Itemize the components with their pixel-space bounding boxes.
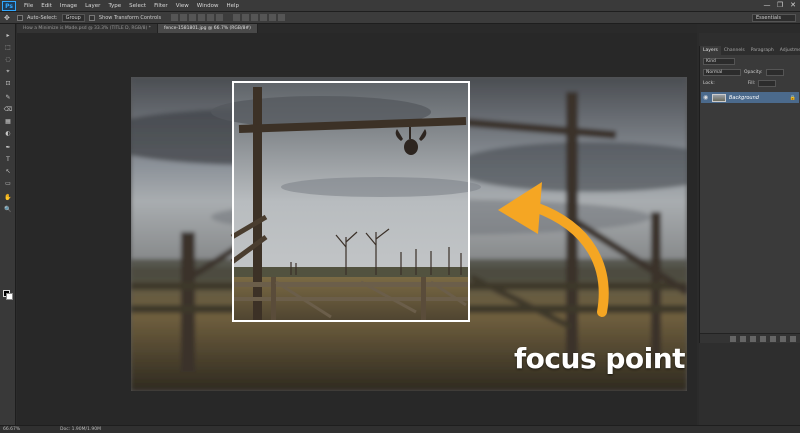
- tab-channels[interactable]: Channels: [721, 46, 748, 55]
- photoshop-logo: Ps: [2, 0, 16, 11]
- tab-document-1[interactable]: How a Minimize is Made.psd @ 33.3% (TITL…: [17, 24, 158, 33]
- distribute-left-icon[interactable]: [260, 14, 268, 21]
- align-right-icon[interactable]: [216, 14, 224, 21]
- auto-select-label: Auto-Select:: [27, 14, 58, 21]
- status-bar: 66.67% Doc: 1.90M/1.90M: [0, 425, 800, 433]
- distribute-middle-icon[interactable]: [242, 14, 250, 21]
- menu-file[interactable]: File: [20, 3, 37, 9]
- move-tool-icon[interactable]: ▸: [3, 32, 13, 40]
- layer-background[interactable]: ◉ Background 🔒: [701, 92, 799, 103]
- menu-edit[interactable]: Edit: [37, 3, 56, 9]
- lasso-tool-icon[interactable]: ◌: [3, 56, 13, 64]
- quick-select-tool-icon[interactable]: ⌖: [3, 68, 13, 76]
- layer-thumbnail: [712, 93, 726, 102]
- menu-image[interactable]: Image: [56, 3, 81, 9]
- fill-label: Fill:: [747, 81, 756, 86]
- new-layer-icon[interactable]: [780, 335, 786, 342]
- distribute-bottom-icon[interactable]: [251, 14, 259, 21]
- fill-field[interactable]: [758, 80, 777, 87]
- minimize-icon[interactable]: —: [762, 1, 772, 10]
- show-transform-label: Show Transform Controls: [98, 14, 162, 21]
- opacity-label: Opacity:: [744, 70, 763, 75]
- restore-icon[interactable]: ❐: [775, 1, 785, 10]
- align-middle-icon[interactable]: [180, 14, 188, 21]
- distribute-center-icon[interactable]: [269, 14, 277, 21]
- opacity-field[interactable]: [765, 69, 784, 76]
- gradient-tool-icon[interactable]: ▦: [3, 118, 13, 126]
- tab-paragraph[interactable]: Paragraph: [748, 46, 777, 55]
- menu-help[interactable]: Help: [222, 3, 243, 9]
- tools-panel: ▸ ⬚ ◌ ⌖ ⊡ ✎ ⌫ ▦ ◐ ✒ T ↖ ▭ ✋ 🔍: [0, 24, 16, 425]
- layers-panel: Layers Channels Paragraph Adjustme Kind …: [699, 46, 800, 343]
- auto-select-dropdown[interactable]: Group: [61, 13, 85, 22]
- panel-tabs: Layers Channels Paragraph Adjustme: [700, 46, 800, 55]
- menu-filter[interactable]: Filter: [150, 3, 172, 9]
- layer-style-icon[interactable]: [740, 335, 746, 342]
- menu-type[interactable]: Type: [104, 3, 125, 9]
- blend-mode-dropdown[interactable]: Normal: [703, 69, 741, 76]
- focus-arrow-icon: [498, 182, 609, 317]
- distribute-top-icon[interactable]: [233, 14, 241, 21]
- adjustment-layer-icon[interactable]: [760, 335, 766, 342]
- trash-icon[interactable]: [790, 335, 796, 342]
- tab-document-2[interactable]: fence-1581801.jpg @ 66.7% (RGB/8#): [157, 24, 258, 33]
- align-left-icon[interactable]: [198, 14, 206, 21]
- align-bottom-icon[interactable]: [189, 14, 197, 21]
- options-bar: ✥ Auto-Select: Group Show Transform Cont…: [0, 12, 800, 24]
- document-tabs: How a Minimize is Made.psd @ 33.3% (TITL…: [17, 24, 697, 33]
- lock-label: Lock:: [703, 81, 715, 86]
- blend-row: Normal Opacity:: [703, 68, 797, 77]
- close-icon[interactable]: ✕: [788, 1, 798, 10]
- menu-layer[interactable]: Layer: [81, 3, 104, 9]
- zoom-level[interactable]: 66.67%: [0, 427, 30, 432]
- dodge-tool-icon[interactable]: ◐: [3, 130, 13, 138]
- menu-window[interactable]: Window: [193, 3, 223, 9]
- move-tool-icon: ✥: [4, 13, 10, 22]
- path-select-tool-icon[interactable]: ↖: [3, 168, 13, 176]
- document-info: Doc: 1.90M/1.90M: [60, 427, 101, 432]
- layer-name: Background: [729, 94, 759, 101]
- add-mask-icon[interactable]: [750, 335, 756, 342]
- menu-items: File Edit Image Layer Type Select Filter…: [20, 3, 243, 9]
- window-controls: — ❐ ✕: [762, 1, 798, 10]
- distribute-right-icon[interactable]: [278, 14, 286, 21]
- align-top-icon[interactable]: [171, 14, 179, 21]
- eye-icon[interactable]: ◉: [703, 94, 709, 101]
- panel-dock-header: [699, 33, 800, 46]
- new-group-icon[interactable]: [770, 335, 776, 342]
- marquee-tool-icon[interactable]: ⬚: [3, 44, 13, 52]
- align-center-icon[interactable]: [207, 14, 215, 21]
- kind-filter-dropdown[interactable]: Kind: [703, 58, 735, 65]
- align-icons: [171, 14, 224, 21]
- filter-row: Kind: [703, 57, 797, 66]
- zoom-tool-icon[interactable]: 🔍: [3, 206, 13, 214]
- lock-row: Lock: Fill:: [703, 79, 797, 88]
- menu-bar: Ps File Edit Image Layer Type Select Fil…: [0, 0, 800, 12]
- crop-tool-icon[interactable]: ⊡: [3, 80, 13, 88]
- menu-view[interactable]: View: [172, 3, 193, 9]
- type-tool-icon[interactable]: T: [3, 156, 13, 164]
- background-color-swatch[interactable]: [6, 293, 13, 300]
- pen-tool-icon[interactable]: ✒: [3, 144, 13, 152]
- workspace-select[interactable]: Essentials: [752, 14, 796, 22]
- focus-point-label: focus point: [514, 342, 686, 375]
- layers-footer: [700, 333, 800, 343]
- auto-select-checkbox[interactable]: [17, 14, 23, 21]
- hand-tool-icon[interactable]: ✋: [3, 194, 13, 202]
- show-transform-checkbox[interactable]: [88, 14, 95, 21]
- tab-adjustments[interactable]: Adjustme: [777, 46, 800, 55]
- distribute-icons: [233, 14, 286, 21]
- link-layers-icon[interactable]: [730, 335, 736, 342]
- shape-tool-icon[interactable]: ▭: [3, 180, 13, 188]
- tab-layers[interactable]: Layers: [700, 46, 721, 55]
- lock-icon: 🔒: [789, 94, 796, 101]
- brush-tool-icon[interactable]: ✎: [3, 94, 13, 102]
- menu-select[interactable]: Select: [125, 3, 150, 9]
- focus-frame: [232, 81, 470, 322]
- empty-panel-area: [699, 343, 800, 425]
- eraser-tool-icon[interactable]: ⌫: [3, 106, 13, 114]
